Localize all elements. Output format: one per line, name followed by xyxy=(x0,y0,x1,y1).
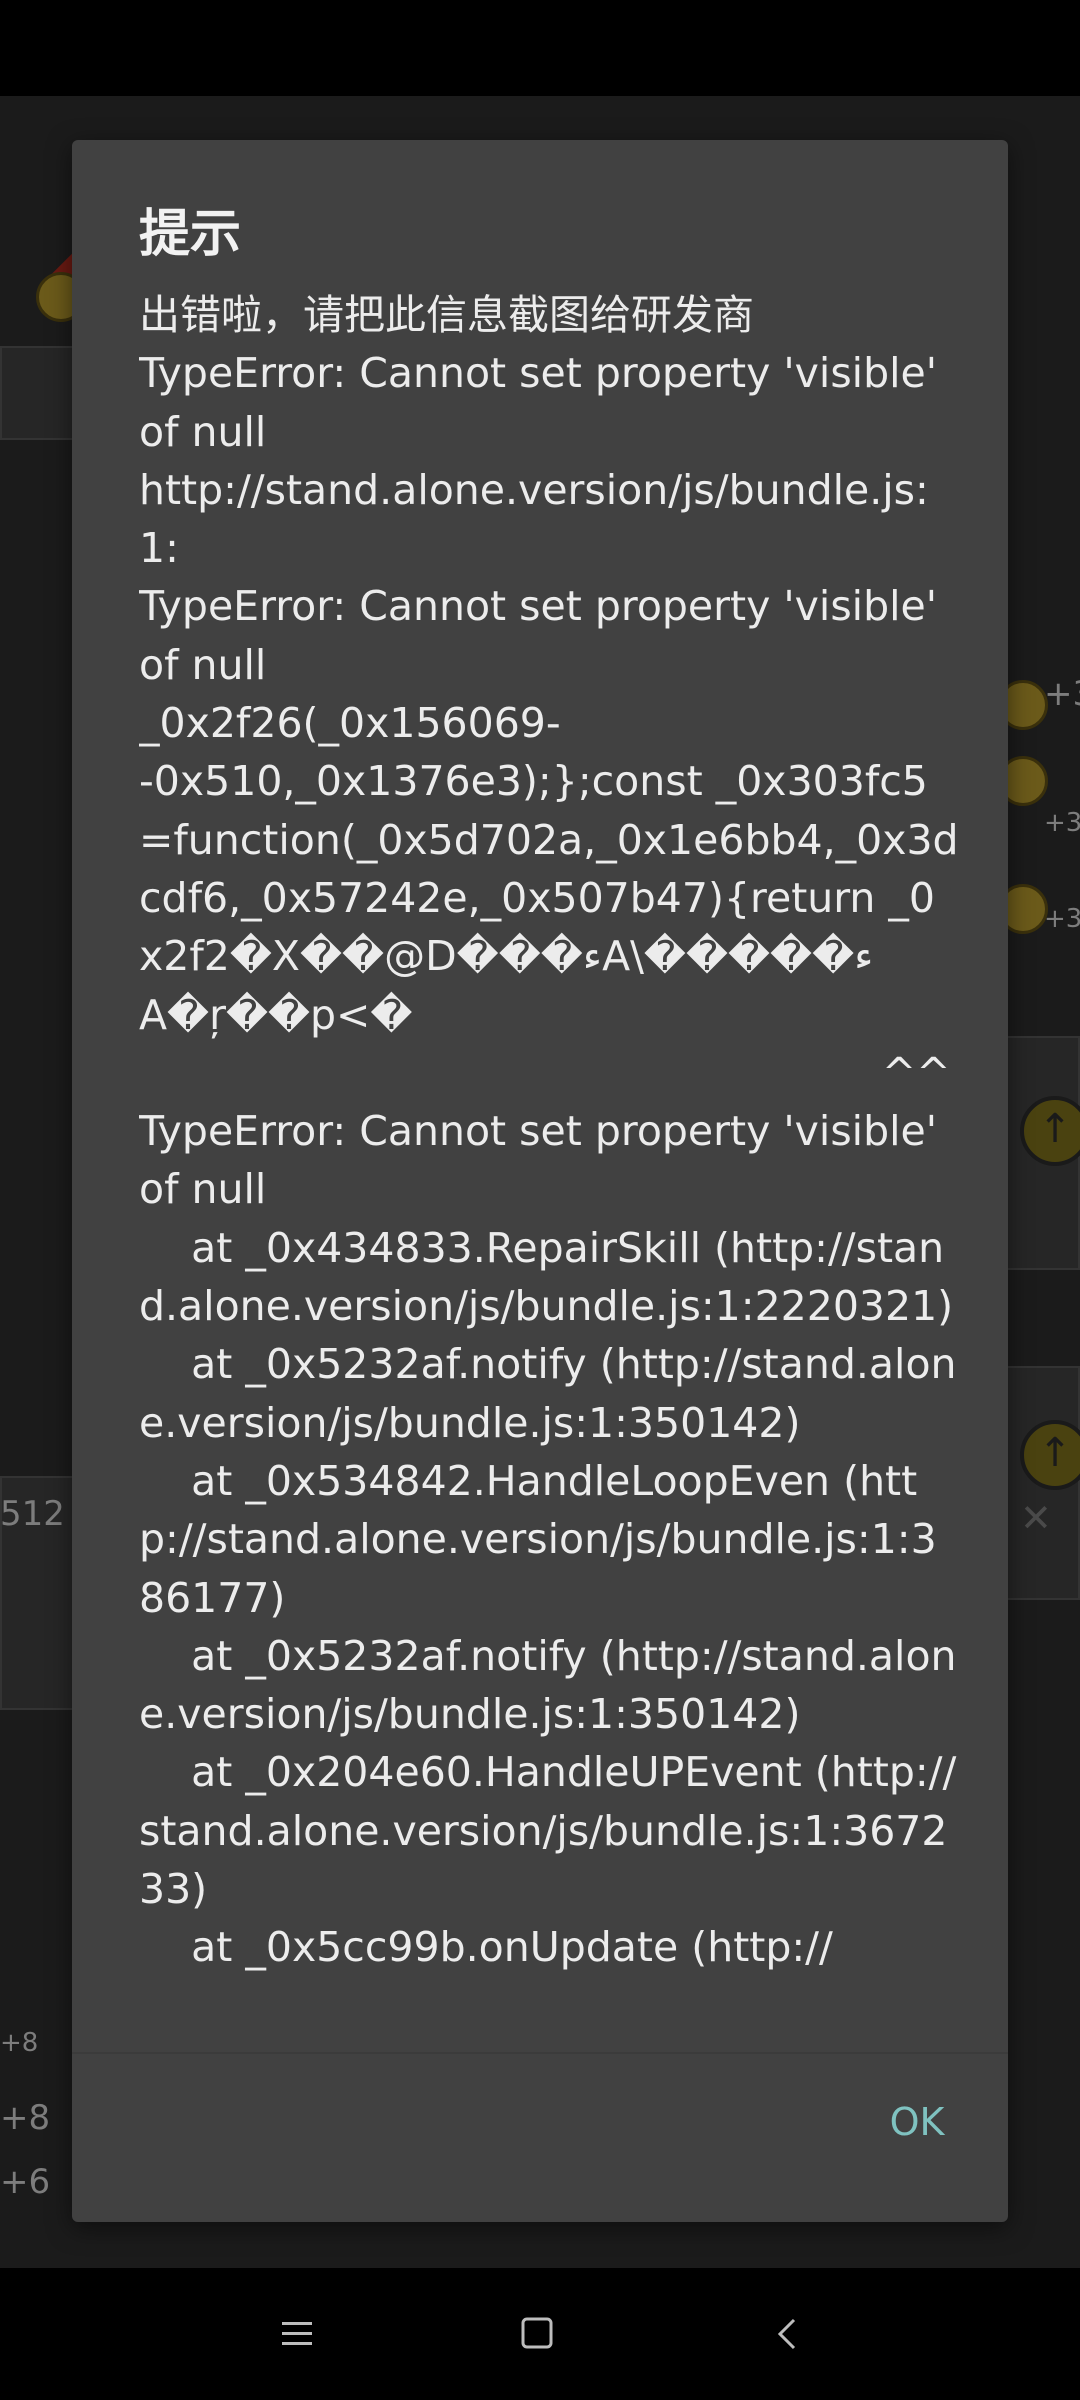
dialog-divider xyxy=(72,2052,1008,2054)
right-bonus-number: +3 xyxy=(1044,808,1080,838)
left-bonus-number: +6 xyxy=(0,2162,51,2202)
ok-button[interactable]: OK xyxy=(872,2092,962,2152)
dialog-message: 出错啦，请把此信息截图给研发商 TypeError: Cannot set pr… xyxy=(139,291,959,1972)
dialog-message-scroll[interactable]: 出错啦，请把此信息截图给研发商 TypeError: Cannot set pr… xyxy=(139,286,959,2190)
back-icon[interactable] xyxy=(758,2304,818,2364)
left-bonus-number: +8 xyxy=(0,2028,39,2058)
home-icon[interactable] xyxy=(508,2304,568,2364)
left-bonus-number: +8 xyxy=(0,2098,51,2138)
left-level-number: 512 xyxy=(0,1494,65,1534)
dialog-title: 提示 xyxy=(139,205,242,264)
left-panel xyxy=(0,346,74,440)
wrench-icon: ✕ xyxy=(1020,1496,1052,1540)
menu-icon[interactable] xyxy=(266,2304,326,2364)
navigation-bar xyxy=(0,2268,1080,2400)
right-bonus-number: +3 xyxy=(1044,674,1080,714)
status-bar xyxy=(0,0,1080,96)
error-dialog: 提示 出错啦，请把此信息截图给研发商 TypeError: Cannot set… xyxy=(72,140,1008,2222)
right-bonus-number: +3 xyxy=(1044,904,1080,934)
